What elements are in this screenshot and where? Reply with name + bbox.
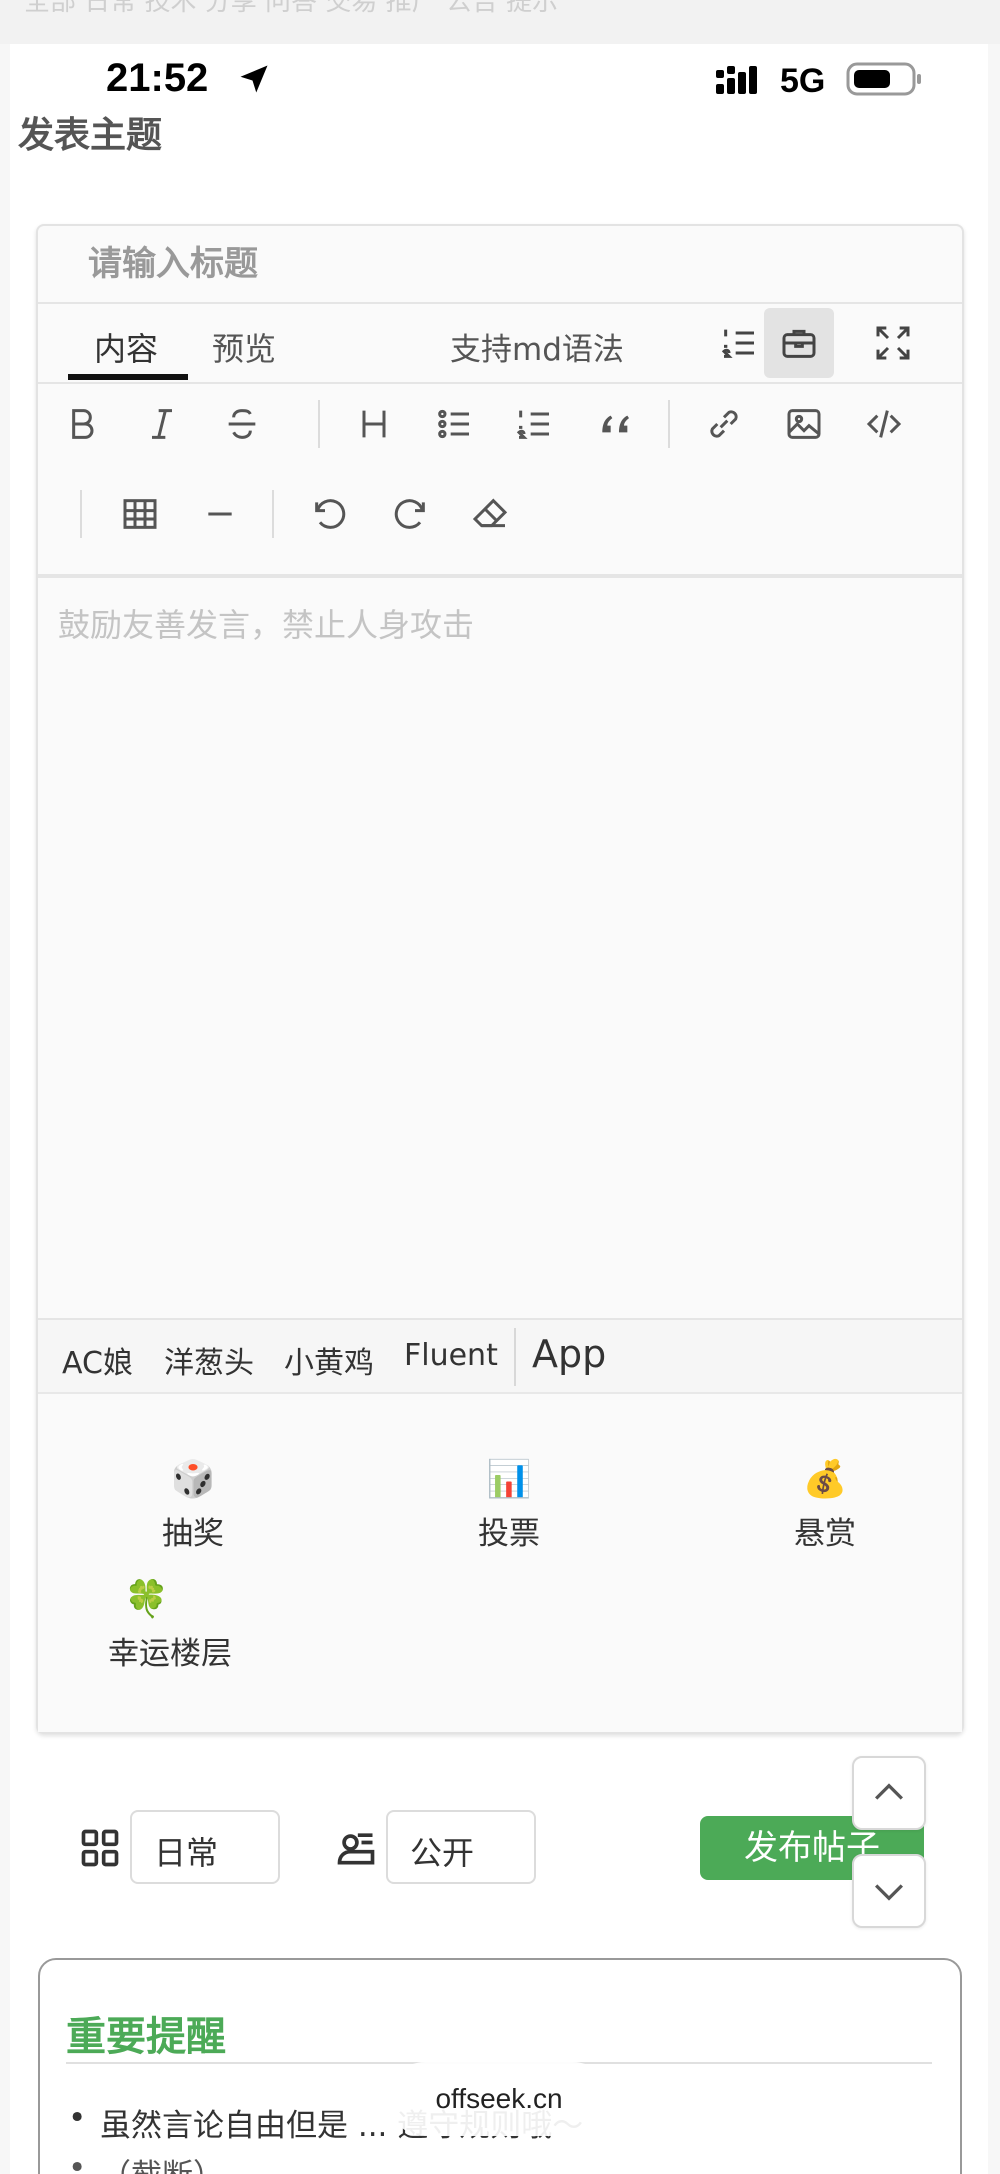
- toolbox-button[interactable]: [764, 308, 834, 378]
- quote-icon: [602, 415, 629, 433]
- sticker-tab-onion[interactable]: 洋葱头: [164, 1338, 254, 1382]
- page-title: 发表主题: [18, 115, 163, 156]
- scroll-top-button[interactable]: [852, 1756, 926, 1830]
- bullet-list-icon: [438, 409, 469, 439]
- sticker-tab-chick[interactable]: 小黄鸡: [284, 1338, 374, 1382]
- link-icon: [710, 410, 738, 438]
- tool-lottery[interactable]: 🎲 抽奖: [138, 1458, 248, 1553]
- sticker-tabs: AC娘 洋葱头 小黄鸡 Fluent App: [38, 1320, 962, 1394]
- quote-button[interactable]: [584, 394, 644, 454]
- tool-lottery-label: 抽奖: [162, 1516, 224, 1552]
- tool-lucky-floor[interactable]: 🍀 幸运楼层: [108, 1578, 284, 1673]
- tool-vote-label: 投票: [478, 1516, 540, 1552]
- bar-chart-icon: 📊: [486, 1459, 532, 1500]
- bold-icon: [72, 409, 94, 439]
- undo-button[interactable]: [300, 484, 360, 544]
- tool-bounty-label: 悬赏: [794, 1516, 856, 1552]
- sticker-tab-app[interactable]: App: [532, 1332, 606, 1376]
- background-nav-strip: 全部 日常 技术 分享 问答 交易 推广 公告 提示: [0, 0, 1000, 44]
- notice-title: 重要提醒: [66, 2014, 226, 2060]
- bold-button[interactable]: [52, 394, 112, 454]
- tab-content[interactable]: 内容: [94, 324, 158, 370]
- category-grid-icon: [81, 1829, 119, 1867]
- background-nav-text: 全部 日常 技术 分享 问答 交易 推广 公告 提示: [24, 0, 559, 17]
- chevron-up-icon: [874, 1783, 904, 1800]
- post-tools-grid: 🎲 抽奖 📊 投票 💰 悬赏 🍀 幸运楼层: [38, 1394, 962, 1732]
- heading-button[interactable]: [344, 394, 404, 454]
- active-tab-indicator: [68, 374, 188, 380]
- money-bag-icon: 💰: [802, 1459, 848, 1500]
- redo-button[interactable]: [380, 484, 440, 544]
- table-button[interactable]: [110, 484, 170, 544]
- network-type: 5G: [780, 62, 826, 100]
- fullscreen-icon: [876, 326, 910, 360]
- link-button[interactable]: [694, 394, 754, 454]
- strikethrough-button[interactable]: [212, 394, 272, 454]
- post-options-row: 日常 公开 发布帖子: [0, 1790, 1000, 1900]
- eraser-icon: [472, 498, 508, 528]
- content-textarea[interactable]: [38, 578, 962, 1320]
- editor-tabs-row: 内容 预览 支持md语法: [38, 304, 962, 384]
- horizontal-rule-icon: [208, 512, 232, 516]
- toolbox-icon: [782, 329, 816, 358]
- table-icon: [123, 499, 157, 529]
- ordered-list-icon: [721, 329, 754, 358]
- toolbar-separator: [272, 490, 274, 538]
- dice-icon: 🎲: [170, 1459, 216, 1500]
- title-input[interactable]: [38, 226, 962, 304]
- category-select[interactable]: 日常: [130, 1810, 280, 1884]
- code-button[interactable]: [854, 394, 914, 454]
- toolbar-separator: [80, 490, 82, 538]
- post-editor: 内容 预览 支持md语法: [36, 224, 964, 1734]
- signal-icon: [716, 66, 757, 94]
- redo-icon: [394, 499, 425, 529]
- location-arrow-icon: [240, 65, 268, 93]
- heading-icon: [362, 410, 386, 438]
- toolbar-separator: [668, 400, 670, 448]
- clover-icon: 🍀: [124, 1579, 169, 1620]
- battery-icon: [846, 62, 921, 96]
- clear-format-button[interactable]: [460, 484, 520, 544]
- horizontal-rule-button[interactable]: [190, 484, 250, 544]
- tab-preview[interactable]: 预览: [212, 324, 276, 370]
- undo-icon: [315, 499, 346, 529]
- italic-button[interactable]: [132, 394, 192, 454]
- scroll-bottom-button[interactable]: [852, 1854, 926, 1928]
- tool-vote[interactable]: 📊 投票: [454, 1458, 564, 1553]
- image-icon: [787, 409, 821, 439]
- sticker-tabs-separator: [514, 1328, 516, 1386]
- numbered-list-button[interactable]: [504, 394, 564, 454]
- italic-icon: [152, 409, 172, 439]
- numbered-list-icon: [516, 410, 549, 439]
- chevron-down-icon: [874, 1884, 904, 1901]
- image-button[interactable]: [774, 394, 834, 454]
- url-pill[interactable]: offseek.cn: [388, 2062, 610, 2136]
- sticker-tab-fluent[interactable]: Fluent: [404, 1338, 498, 1373]
- notice-item: （截断）: [68, 2150, 224, 2174]
- markdown-hint: 支持md语法: [450, 332, 624, 368]
- strikethrough-icon: [228, 409, 256, 439]
- sticker-tab-ac[interactable]: AC娘: [62, 1338, 133, 1382]
- tool-lucky-floor-label: 幸运楼层: [108, 1636, 232, 1672]
- visibility-select[interactable]: 公开: [386, 1810, 536, 1884]
- visibility-user-icon: [337, 1833, 375, 1865]
- code-icon: [866, 410, 902, 438]
- toolbar-separator: [318, 400, 320, 448]
- status-time: 21:52: [106, 56, 209, 100]
- fullscreen-button[interactable]: [858, 308, 928, 378]
- bullet-list-button[interactable]: [424, 394, 484, 454]
- format-toolbar: [38, 384, 962, 578]
- tool-bounty[interactable]: 💰 悬赏: [770, 1458, 880, 1553]
